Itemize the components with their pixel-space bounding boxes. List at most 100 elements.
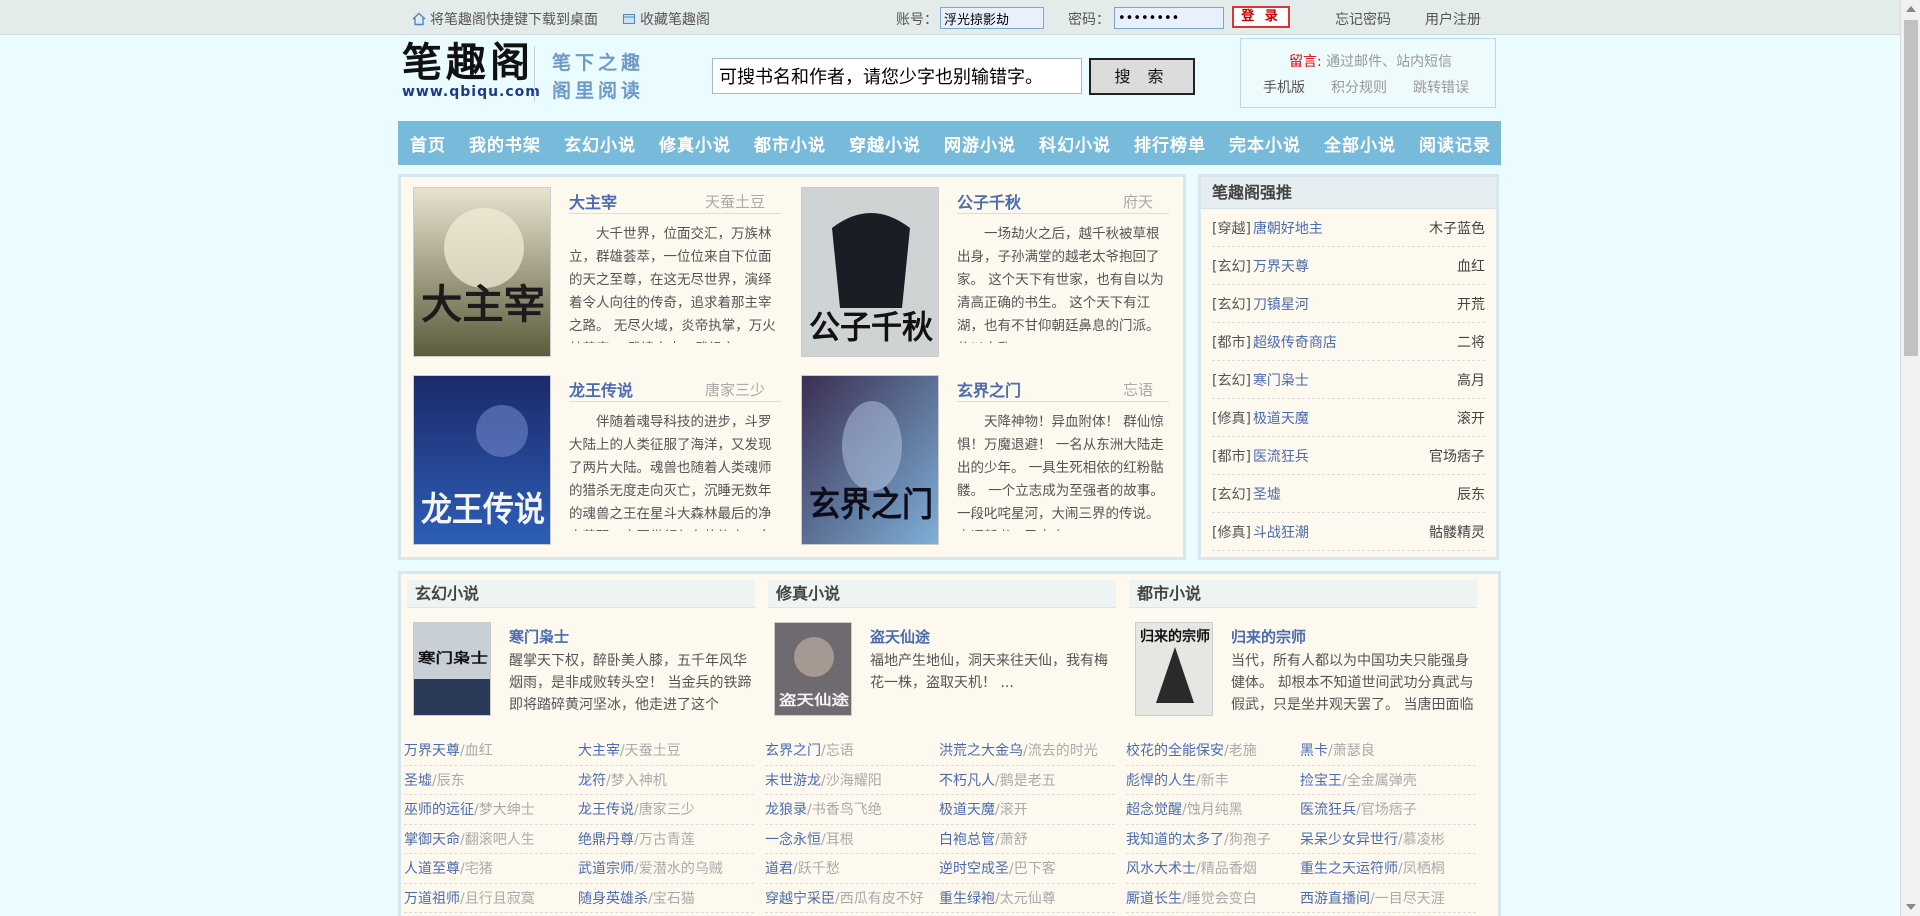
list-item[interactable]: 龙王传说/唐家三少 — [578, 799, 752, 819]
book-link[interactable]: 万道祖师 — [404, 891, 460, 907]
book-link[interactable]: 万界天尊 — [404, 743, 460, 759]
list-item[interactable]: 洪荒之大金乌/流去的时光 — [939, 740, 1113, 760]
book-link[interactable]: 我知道的太多了 — [1126, 832, 1224, 848]
notice-text[interactable]: 通过邮件、站内短信 — [1326, 54, 1452, 70]
book-author[interactable]: 唐家三少 — [705, 379, 765, 400]
book-link[interactable]: 万界天尊 — [1253, 256, 1309, 276]
nav-item-all[interactable]: 全部小说 — [1324, 131, 1396, 156]
list-item[interactable]: 我知道的太多了/狗孢子 — [1126, 829, 1300, 849]
list-item[interactable]: 万界天尊/血红 — [404, 740, 578, 760]
list-item[interactable]: 重生绿袍/太元仙尊 — [939, 888, 1113, 908]
list-item[interactable]: [都市] 医流狂兵 官场痞子 — [1212, 437, 1485, 475]
list-item[interactable]: 风水大术士/精品香烟 — [1126, 858, 1300, 878]
book-link[interactable]: 不朽凡人 — [939, 773, 995, 789]
book-link[interactable]: 洪荒之大金乌 — [939, 743, 1023, 759]
list-item[interactable]: 黑卡/萧瑟良 — [1300, 740, 1474, 760]
list-item[interactable]: 医流狂兵/官场痞子 — [1300, 799, 1474, 819]
book-link[interactable]: 斗战狂潮 — [1253, 522, 1309, 542]
list-item[interactable]: 厮道长生/睡觉会变白 — [1126, 888, 1300, 908]
scroll-up-icon[interactable] — [1906, 6, 1916, 12]
list-item[interactable]: 万道祖师/且行且寂寞 — [404, 888, 578, 908]
book-cover[interactable]: 大主宰 — [413, 187, 551, 357]
redirect-error-link[interactable]: 跳转错误 — [1413, 77, 1469, 97]
book-link[interactable]: 重生绿袍 — [939, 891, 995, 907]
list-item[interactable]: [修真] 斗战狂潮 骷髅精灵 — [1212, 513, 1485, 551]
book-link[interactable]: 呆呆少女异世行 — [1300, 832, 1398, 848]
list-item[interactable]: 校花的全能保安/老施 — [1126, 740, 1300, 760]
book-link[interactable]: 巫师的远征 — [404, 802, 474, 818]
list-item[interactable]: 捡宝王/全金属弹壳 — [1300, 770, 1474, 790]
shortcut-link[interactable]: 将笔趣阁快捷键下载到桌面 — [412, 9, 598, 29]
nav-item-dushi[interactable]: 都市小说 — [754, 131, 826, 156]
book-title[interactable]: 玄界之门 — [957, 377, 1021, 401]
category-title[interactable]: 都市小说 — [1129, 580, 1477, 608]
scroll-thumb[interactable] — [1904, 20, 1918, 356]
list-item[interactable]: 白袍总管/萧舒 — [939, 829, 1113, 849]
list-item[interactable]: [玄幻] 寒门枭士 高月 — [1212, 361, 1485, 399]
list-item[interactable]: 龙符/梦入神机 — [578, 770, 752, 790]
book-link[interactable]: 逆时空成圣 — [939, 861, 1009, 877]
nav-item-xiuzhen[interactable]: 修真小说 — [659, 131, 731, 156]
account-input[interactable] — [940, 7, 1044, 29]
nav-item-xuanhuan[interactable]: 玄幻小说 — [564, 131, 636, 156]
book-link[interactable]: 一念永恒 — [765, 832, 821, 848]
list-item[interactable]: 彪悍的人生/新丰 — [1126, 770, 1300, 790]
book-link[interactable]: 绝鼎丹尊 — [578, 832, 634, 848]
page-scrollbar[interactable] — [1900, 0, 1920, 916]
book-link[interactable]: 圣墟 — [1253, 484, 1281, 504]
feature-book-title[interactable]: 归来的宗师 — [1231, 626, 1306, 647]
forgot-password-link[interactable]: 忘记密码 — [1335, 9, 1391, 29]
list-item[interactable]: 逆时空成圣/巴下客 — [939, 858, 1113, 878]
favorite-link[interactable]: 收藏笔趣阁 — [622, 9, 710, 29]
book-link[interactable]: 西游直播间 — [1300, 891, 1370, 907]
list-item[interactable]: 末世游龙/沙海耀阳 — [765, 770, 939, 790]
book-link[interactable]: 医流狂兵 — [1253, 446, 1309, 466]
book-link[interactable]: 极道天魔 — [1253, 408, 1309, 428]
list-item[interactable]: [玄幻] 万界天尊 血红 — [1212, 247, 1485, 285]
search-button[interactable]: 搜 索 — [1089, 58, 1195, 95]
list-item[interactable]: [玄幻] 圣墟 辰东 — [1212, 475, 1485, 513]
list-item[interactable]: [都市] 超级传奇商店 二将 — [1212, 323, 1485, 361]
book-link[interactable]: 超念觉醒 — [1126, 802, 1182, 818]
book-link[interactable]: 道君 — [765, 861, 793, 877]
book-link[interactable]: 医流狂兵 — [1300, 802, 1356, 818]
book-title[interactable]: 公子千秋 — [957, 189, 1021, 213]
list-item[interactable]: 掌御天命/翻滚吧人生 — [404, 829, 578, 849]
book-link[interactable]: 大主宰 — [578, 743, 620, 759]
list-item[interactable]: 随身英雄杀/宝石猫 — [578, 888, 752, 908]
list-item[interactable]: 绝鼎丹尊/万古青莲 — [578, 829, 752, 849]
book-title[interactable]: 龙王传说 — [569, 377, 633, 401]
book-link[interactable]: 重生之天运符师 — [1300, 861, 1398, 877]
book-link[interactable]: 人道至尊 — [404, 861, 460, 877]
list-item[interactable]: 重生之天运符师/凤栖桐 — [1300, 858, 1474, 878]
category-title[interactable]: 修真小说 — [768, 580, 1116, 608]
register-link[interactable]: 用户注册 — [1425, 9, 1481, 29]
book-title[interactable]: 大主宰 — [569, 189, 617, 213]
list-item[interactable]: 圣墟/辰东 — [404, 770, 578, 790]
book-link[interactable]: 龙王传说 — [578, 802, 634, 818]
scroll-down-icon[interactable] — [1906, 904, 1916, 910]
login-button[interactable]: 登 录 — [1232, 6, 1290, 28]
nav-item-chuanyue[interactable]: 穿越小说 — [849, 131, 921, 156]
book-link[interactable]: 超级传奇商店 — [1253, 332, 1337, 352]
feature-book-title[interactable]: 盗天仙途 — [870, 626, 930, 647]
list-item[interactable]: 一念永恒/耳根 — [765, 829, 939, 849]
book-link[interactable]: 刀镇星河 — [1253, 294, 1309, 314]
book-link[interactable]: 彪悍的人生 — [1126, 773, 1196, 789]
book-link[interactable]: 白袍总管 — [939, 832, 995, 848]
book-link[interactable]: 捡宝王 — [1300, 773, 1342, 789]
list-item[interactable]: [修真] 极道天魔 滚开 — [1212, 399, 1485, 437]
book-link[interactable]: 寒门枭士 — [1253, 370, 1309, 390]
book-cover[interactable]: 盗天仙途 — [774, 622, 852, 716]
book-cover[interactable]: 公子千秋 — [801, 187, 939, 357]
nav-item-completed[interactable]: 完本小说 — [1229, 131, 1301, 156]
book-link[interactable]: 厮道长生 — [1126, 891, 1182, 907]
list-item[interactable]: 穿越宁采臣/西瓜有皮不好 — [765, 888, 939, 908]
list-item[interactable]: 巫师的远征/梦大绅士 — [404, 799, 578, 819]
list-item[interactable]: 呆呆少女异世行/慕凌彬 — [1300, 829, 1474, 849]
list-item[interactable]: 不朽凡人/鹅是老五 — [939, 770, 1113, 790]
nav-item-bookshelf[interactable]: 我的书架 — [469, 131, 541, 156]
book-link[interactable]: 随身英雄杀 — [578, 891, 648, 907]
list-item[interactable]: 人道至尊/宅猪 — [404, 858, 578, 878]
book-link[interactable]: 穿越宁采臣 — [765, 891, 835, 907]
